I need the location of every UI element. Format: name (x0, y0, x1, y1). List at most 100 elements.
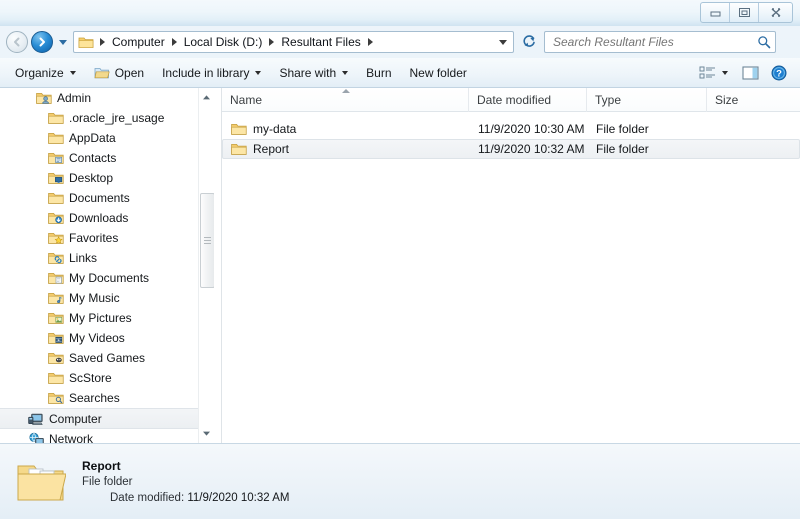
scroll-down-button[interactable] (199, 426, 214, 441)
back-button[interactable] (6, 31, 28, 53)
preview-pane-icon (742, 65, 759, 80)
restore-button[interactable] (730, 3, 759, 22)
scroll-up-button[interactable] (199, 90, 214, 105)
table-row[interactable]: my-data 11/9/2020 10:30 AM File folder (222, 119, 800, 139)
forward-arrow-icon (39, 37, 45, 47)
include-label: Include in library (162, 65, 250, 80)
open-button[interactable]: Open (85, 61, 153, 85)
chevron-down-icon (498, 39, 507, 45)
table-row[interactable]: Report 11/9/2020 10:32 AM File folder (222, 139, 800, 159)
links-folder-icon (48, 250, 64, 266)
tree-item-my-pictures[interactable]: My Pictures (0, 308, 205, 328)
cell-name: Report (223, 141, 470, 157)
folder-icon (48, 110, 64, 126)
svg-text:?: ? (776, 68, 782, 79)
tree-item-oracle-jre-usage[interactable]: .oracle_jre_usage (0, 108, 205, 128)
search-input[interactable] (551, 34, 757, 50)
navigation-buttons (6, 31, 73, 53)
breadcrumb-item-resultant-files[interactable]: Resultant Files (278, 35, 363, 49)
tree-item-label: My Pictures (69, 311, 132, 325)
history-dropdown-button[interactable] (56, 31, 69, 53)
back-arrow-icon (14, 37, 20, 47)
organize-label: Organize (15, 65, 64, 80)
open-folder-icon (94, 66, 110, 80)
search-icon[interactable] (757, 35, 771, 49)
details-type: File folder (82, 476, 133, 488)
cell-date-modified: 11/9/2020 10:32 AM (478, 142, 585, 156)
folder-icon (48, 190, 64, 206)
main-content: Admin .oracle_jre_usage AppData Contacts Des… (0, 88, 800, 443)
toolbar: Organize Open Include in library Share w… (0, 58, 800, 88)
change-view-button[interactable] (692, 61, 733, 85)
folder-tree: Admin .oracle_jre_usage AppData Contacts Des… (0, 88, 205, 443)
scrollbar-grip-icon (204, 235, 211, 246)
help-button[interactable]: ? (768, 61, 794, 85)
tree-item-downloads[interactable]: Downloads (0, 208, 205, 228)
tree-item-network[interactable]: Network (0, 429, 205, 443)
search-box[interactable] (544, 31, 776, 53)
column-header-name[interactable]: Name (222, 88, 469, 112)
breadcrumb-separator-3[interactable] (367, 38, 373, 46)
view-list-icon (699, 66, 715, 78)
scroll-up-icon (203, 95, 210, 100)
breadcrumb-item-computer[interactable]: Computer (109, 35, 168, 49)
tree-item-label: Documents (69, 191, 130, 205)
file-name-label: Report (253, 142, 290, 156)
close-button[interactable] (759, 3, 792, 22)
forward-button[interactable] (31, 31, 53, 53)
tree-item-desktop[interactable]: Desktop (0, 168, 205, 188)
chevron-down-icon[interactable] (722, 70, 728, 75)
tree-item-my-music[interactable]: My Music (0, 288, 205, 308)
address-bar[interactable]: Computer Local Disk (D:) Resultant Files (73, 31, 514, 53)
tree-item-computer[interactable]: Computer (0, 408, 205, 429)
column-header-type[interactable]: Type (587, 88, 707, 112)
navigation-pane: Admin .oracle_jre_usage AppData Contacts Des… (0, 88, 222, 443)
tree-item-label: Links (69, 251, 98, 265)
tree-item-label: Saved Games (69, 351, 146, 365)
tree-item-my-documents[interactable]: My Documents (0, 268, 205, 288)
tree-item-links[interactable]: Links (0, 248, 205, 268)
burn-button[interactable]: Burn (357, 61, 400, 85)
tree-item-appdata[interactable]: AppData (0, 128, 205, 148)
pane-splitter[interactable] (214, 88, 222, 443)
tree-item-label: Favorites (69, 231, 119, 245)
share-with-button[interactable]: Share with (270, 61, 357, 85)
chevron-down-icon (58, 39, 67, 45)
chevron-down-icon (255, 70, 262, 75)
searches-folder-icon (48, 390, 64, 406)
saved-games-folder-icon (48, 350, 64, 366)
tree-item-label: Desktop (69, 171, 114, 185)
minimize-button[interactable] (701, 3, 730, 22)
refresh-button[interactable] (516, 30, 542, 54)
nav-scrollbar-thumb[interactable] (200, 193, 215, 288)
tree-item-searches[interactable]: Searches (0, 388, 205, 408)
organize-button[interactable]: Organize (6, 61, 85, 85)
nav-scrollbar[interactable] (198, 88, 215, 443)
column-header-size[interactable]: Size (707, 88, 782, 112)
breadcrumb-separator-2[interactable] (269, 38, 275, 46)
tree-item-label: Searches (69, 391, 120, 405)
tree-item-favorites[interactable]: Favorites (0, 228, 205, 248)
file-list-pane: Name Date modified Type Size my-data 11/9… (222, 88, 800, 443)
tree-item-my-videos[interactable]: My Videos (0, 328, 205, 348)
preview-pane-button[interactable] (733, 61, 768, 85)
window-controls (700, 2, 793, 23)
desktop-folder-icon (48, 170, 64, 186)
breadcrumb-item-local-disk[interactable]: Local Disk (D:) (181, 35, 266, 49)
include-in-library-button[interactable]: Include in library (153, 61, 270, 85)
tree-item-saved-games[interactable]: Saved Games (0, 348, 205, 368)
address-dropdown-button[interactable] (494, 39, 511, 45)
folder-icon (78, 34, 96, 50)
breadcrumb-separator-1[interactable] (171, 38, 177, 46)
tree-item-documents[interactable]: Documents (0, 188, 205, 208)
new-folder-button[interactable]: New folder (401, 61, 476, 85)
details-date-label: Date modified: (110, 492, 185, 504)
music-folder-icon (48, 290, 64, 306)
tree-item-label: Contacts (69, 151, 117, 165)
tree-item-admin[interactable]: Admin (0, 88, 205, 108)
tree-item-scstore[interactable]: ScStore (0, 368, 205, 388)
tree-item-label: My Documents (69, 271, 150, 285)
documents-folder-icon (48, 270, 64, 286)
column-header-date-modified[interactable]: Date modified (469, 88, 587, 112)
tree-item-contacts[interactable]: Contacts (0, 148, 205, 168)
